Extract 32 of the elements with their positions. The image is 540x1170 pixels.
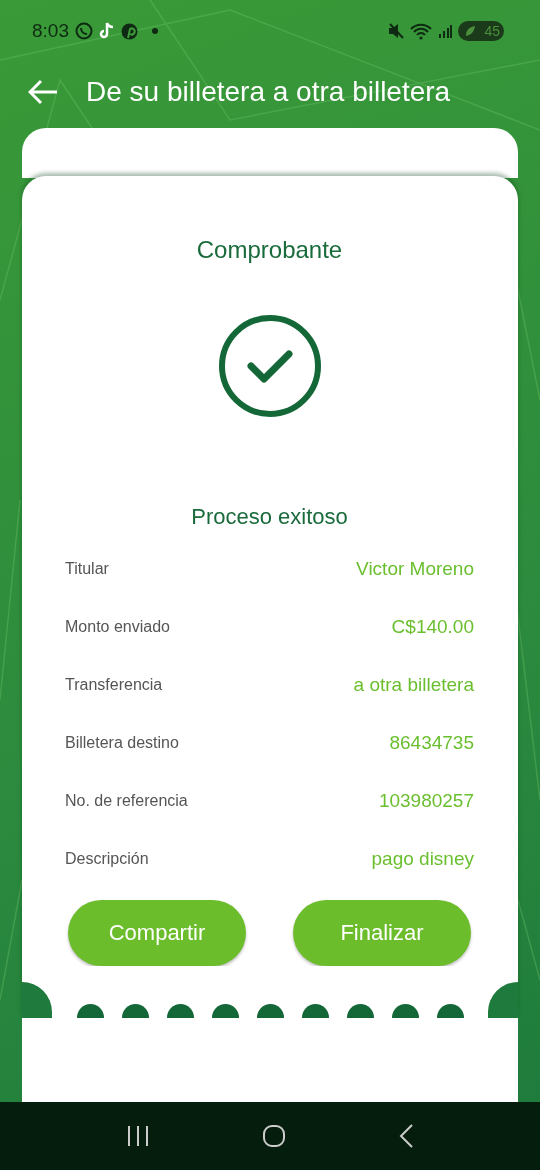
field-label: No. de referencia: [65, 792, 188, 810]
music-note-icon: [99, 22, 115, 40]
receipt-title: Comprobante: [196, 236, 343, 264]
field-value: 86434735: [389, 732, 474, 754]
dot-icon: [152, 28, 158, 34]
wifi-icon: [410, 22, 433, 40]
status-message: Proceso exitoso: [191, 504, 348, 530]
field-label: Titular: [65, 560, 109, 578]
field-label: Descripción: [65, 850, 149, 868]
home-icon[interactable]: [262, 1124, 286, 1148]
mute-icon: [388, 23, 405, 39]
field-value: pago disney: [371, 848, 474, 870]
back-arrow-icon[interactable]: [28, 79, 58, 105]
field-value: a otra billetera: [353, 674, 474, 696]
field-value: 103980257: [378, 790, 474, 812]
field-label: Billetera destino: [65, 734, 179, 752]
battery-indicator: 45: [458, 21, 504, 41]
screen-title: De su billetera a otra billetera: [86, 76, 451, 108]
chat-icon: [75, 22, 93, 40]
field-label: Transferencia: [65, 676, 163, 694]
field-label: Monto enviado: [65, 618, 170, 636]
clock: 8:03: [32, 20, 69, 42]
signal-icon: [438, 24, 453, 38]
ticket-notch: [22, 982, 52, 1018]
action-button[interactable]: Compartir: [68, 900, 246, 966]
action-button[interactable]: Finalizar: [293, 900, 471, 966]
field-value: Victor Moreno: [356, 558, 474, 580]
ticket-notch: [488, 982, 518, 1018]
field-value: C$140.00: [391, 616, 474, 638]
check-circle-icon: [217, 314, 322, 418]
recent-apps-icon[interactable]: [126, 1125, 150, 1147]
back-icon[interactable]: [398, 1124, 414, 1148]
